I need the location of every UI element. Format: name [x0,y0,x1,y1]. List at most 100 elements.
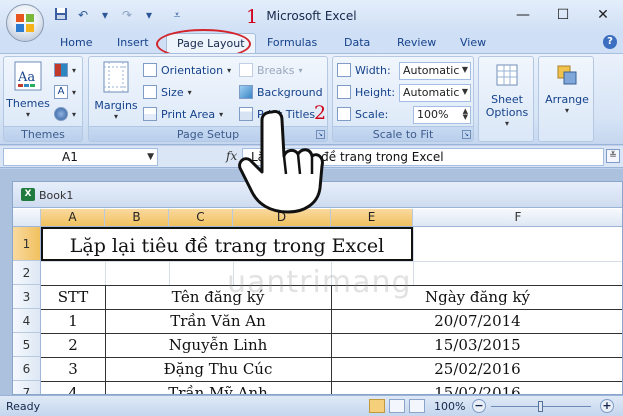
orientation-icon [143,63,157,77]
scale-to-fit-group: Width: Automatic ▼ Height: Automatic ▼ Sca… [332,56,474,142]
column-header-a[interactable]: A [41,209,105,227]
table-cell[interactable]: 1 [41,309,105,333]
width-dropdown[interactable]: Automatic ▼ [399,62,471,80]
page-layout-view-icon[interactable] [389,399,405,413]
table-header-stt[interactable]: STT [41,285,105,309]
workbook-title: Book1 [39,189,74,202]
maximize-icon[interactable]: ☐ [543,0,583,30]
row-header-4[interactable]: 4 [13,309,41,333]
sheet-options-label-line1: Sheet [491,93,523,106]
print-area-icon [143,107,157,121]
ribbon-tabs: Home Insert Page Layout Formulas Data Re… [0,33,623,54]
margins-label: Margins [94,99,138,112]
row-header-1[interactable]: 1 [13,227,41,261]
table-cell[interactable]: 15/03/2015 [331,333,622,357]
row-header-2[interactable]: 2 [13,261,41,285]
table-cell[interactable]: Trần Văn An [105,309,331,333]
table-cell[interactable]: Trần Mỹ Anh [105,381,331,394]
arrange-icon [557,65,577,85]
window-controls: — ☐ ✕ [503,0,623,30]
arrange-group: Arrange ▾ [538,56,594,142]
sheet-options-dropdown-icon: ▾ [504,119,509,128]
themes-group: Aa Themes ▾ ▾ A ▾ ▾ Themes [3,56,83,142]
table-cell[interactable]: 4 [41,381,105,394]
theme-fonts-button[interactable]: A ▾ [54,85,76,99]
column-header-f[interactable]: F [413,209,622,227]
page-break-preview-icon[interactable] [409,399,425,413]
row-header-6[interactable]: 6 [13,357,41,381]
tab-insert[interactable]: Insert [117,36,149,49]
column-header-e[interactable]: E [331,209,413,227]
chevron-down-icon[interactable]: ▼ [147,149,154,165]
spinner-icon[interactable]: ▲ ▼ [463,108,468,121]
table-cell[interactable]: Đặng Thu Cúc [105,357,331,381]
minimize-icon[interactable]: — [503,0,543,30]
theme-colors-button[interactable]: ▾ [54,63,76,77]
table-cell[interactable]: 25/02/2016 [331,357,622,381]
office-logo-icon [16,14,34,32]
table-cell[interactable]: 2 [41,333,105,357]
height-row: Height: [337,85,395,99]
gridline [169,261,170,285]
table-cell[interactable]: 20/07/2014 [331,309,622,333]
excel-workbook-icon: X [21,188,35,201]
sheet-options-icon [496,64,518,86]
merged-title-cell[interactable]: Lặp lại tiêu đề trang trong Excel [41,227,413,261]
zoom-level[interactable]: 100% [434,400,465,413]
table-cell[interactable]: 15/02/2016 [331,381,622,394]
zoom-slider-thumb[interactable] [538,401,543,412]
sheet-options-button[interactable]: Sheet Options ▾ [481,63,533,128]
table-cell[interactable]: Nguyễn Linh [105,333,331,357]
themes-group-label: Themes [4,126,82,141]
sheet-options-label-line2: Options [485,106,529,119]
height-dropdown[interactable]: Automatic ▼ [399,84,471,102]
column-header-b[interactable]: B [105,209,169,227]
breaks-label: Breaks [257,63,295,77]
background-button[interactable]: Background [239,85,323,99]
title-bar: ↶ ▾ ↷ ▾ ⩡ Microsoft Excel 1 — ☐ ✕ [0,0,623,33]
svg-text:Aa: Aa [17,70,35,85]
normal-view-icon[interactable] [369,399,385,413]
size-label: Size [161,85,184,99]
themes-button-label: Themes [6,97,50,110]
tab-data[interactable]: Data [344,36,370,49]
close-icon[interactable]: ✕ [583,0,623,30]
pointing-hand-icon [238,110,324,214]
row-header-5[interactable]: 5 [13,333,41,357]
expand-formula-bar-icon[interactable]: ≚ [606,149,620,163]
tab-home[interactable]: Home [60,36,92,49]
name-box-value: A1 [62,150,78,164]
tab-review[interactable]: Review [397,36,436,49]
tab-formulas[interactable]: Formulas [267,36,317,49]
watermark: uantrimang [227,265,412,300]
size-button[interactable]: Size ▾ [143,85,192,99]
arrange-button[interactable]: Arrange ▾ [541,63,593,115]
zoom-in-icon[interactable]: + [600,399,614,413]
margins-button[interactable]: Margins ▾ [93,61,139,121]
background-icon [239,85,253,99]
theme-fonts-icon: A [54,85,68,99]
row-header-3[interactable]: 3 [13,285,41,309]
theme-effects-button[interactable]: ▾ [54,107,76,121]
table-cell[interactable]: 3 [41,357,105,381]
themes-button[interactable]: Aa Themes ▾ [6,61,50,119]
zoom-slider[interactable] [491,401,591,412]
status-bar: Ready 100% − + [0,395,623,416]
breaks-button[interactable]: Breaks ▾ [239,63,302,77]
name-box[interactable]: A1 ▼ [3,148,158,166]
zoom-out-icon[interactable]: − [472,399,486,413]
tab-view[interactable]: View [460,36,486,49]
margins-dropdown-icon: ▾ [113,112,118,121]
row-header-7[interactable]: 7 [13,381,41,394]
sheet-options-group: Sheet Options ▾ [478,56,534,142]
select-all-corner[interactable] [13,209,41,227]
orientation-button[interactable]: Orientation ▾ [143,63,231,77]
office-button[interactable] [6,4,44,42]
column-header-c[interactable]: C [169,209,233,227]
help-icon[interactable]: ? [603,35,617,49]
print-area-button[interactable]: Print Area ▾ [143,107,223,121]
scale-to-fit-launcher-icon[interactable]: ↘ [462,130,471,139]
breaks-icon [239,63,253,77]
scale-row: Scale: [337,107,388,121]
scale-spinner[interactable]: 100% ▲ ▼ [413,106,471,124]
